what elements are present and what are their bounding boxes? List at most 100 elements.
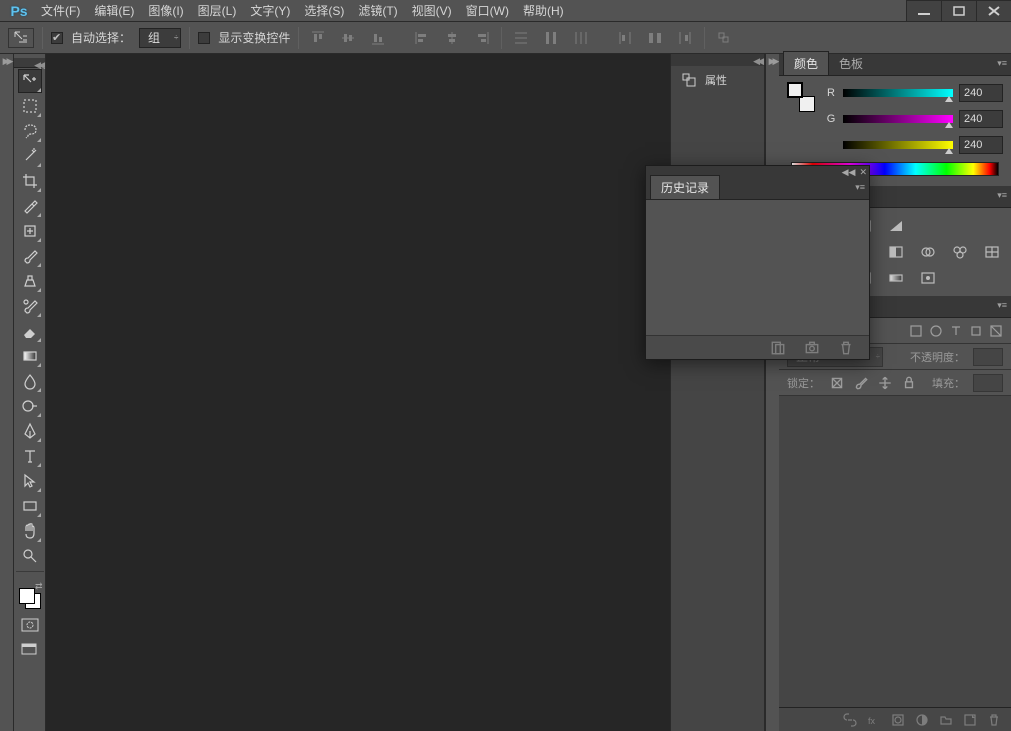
properties-panel-icon[interactable]: 属性 [671,66,764,94]
align-bottom-edges-button[interactable] [367,27,389,49]
pen-tool[interactable] [18,419,42,443]
filter-smart-icon[interactable] [989,323,1003,339]
g-value[interactable] [959,110,1003,128]
screen-mode-button[interactable] [17,639,43,659]
panel-menu-icon[interactable]: ▾≡ [997,58,1007,69]
panel-menu-icon[interactable]: ▾≡ [855,182,865,193]
auto-select-checkbox[interactable] [51,32,63,44]
history-list[interactable] [646,200,869,335]
show-transform-checkbox[interactable] [198,32,210,44]
add-mask-icon[interactable] [891,712,905,728]
zoom-tool[interactable] [18,544,42,568]
close-icon[interactable]: ✕ [859,168,867,177]
3d-mode-button[interactable] [713,27,735,49]
selective-color-icon[interactable] [919,270,937,286]
menu-type[interactable]: 文字(Y) [243,0,297,22]
gradient-map-icon[interactable] [887,270,905,286]
blur-tool[interactable] [18,369,42,393]
new-group-icon[interactable] [939,712,953,728]
lasso-tool[interactable] [18,119,42,143]
tab-swatches[interactable]: 色板 [829,52,873,75]
document-area[interactable] [46,54,671,731]
brush-tool[interactable] [18,244,42,268]
lock-position-icon[interactable] [876,375,894,391]
filter-shape-icon[interactable] [969,323,983,339]
fill-input[interactable] [973,374,1003,392]
menu-help[interactable]: 帮助(H) [516,0,571,22]
align-vcenter-button[interactable] [337,27,359,49]
menu-view[interactable]: 视图(V) [405,0,459,22]
foreground-background-swatch[interactable]: ⇄ [17,581,43,611]
new-layer-icon[interactable] [963,712,977,728]
distribute-top-button[interactable] [510,27,532,49]
photo-filter-icon[interactable] [919,244,937,260]
right-dock-strip[interactable]: ▶▶ [765,54,779,731]
new-fill-icon[interactable] [915,712,929,728]
rectangle-tool[interactable] [18,494,42,518]
clone-stamp-tool[interactable] [18,269,42,293]
delete-layer-icon[interactable] [987,712,1001,728]
lock-pixels-icon[interactable] [828,375,846,391]
panel-menu-icon[interactable]: ▾≡ [997,190,1007,201]
minimize-button[interactable] [906,0,942,21]
align-top-edges-button[interactable] [307,27,329,49]
link-layers-icon[interactable] [843,712,857,728]
magic-wand-tool[interactable] [18,144,42,168]
eraser-tool[interactable] [18,319,42,343]
menu-edit[interactable]: 编辑(E) [87,0,141,22]
path-select-tool[interactable] [18,469,42,493]
delete-state-icon[interactable] [837,340,855,356]
left-dock-strip[interactable]: ▶▶ [0,54,14,731]
tab-color[interactable]: 颜色 [783,51,829,75]
color-lookup-icon[interactable] [983,244,1001,260]
rect-marquee-tool[interactable] [18,94,42,118]
distribute-bottom-button[interactable] [570,27,592,49]
distribute-left-button[interactable] [614,27,636,49]
g-slider[interactable] [843,114,953,124]
bw-icon[interactable] [887,244,905,260]
menu-image[interactable]: 图像(I) [141,0,190,22]
eyedropper-tool[interactable] [18,194,42,218]
maximize-button[interactable] [941,0,977,21]
create-doc-from-state-icon[interactable] [769,340,787,356]
align-left-edges-button[interactable] [411,27,433,49]
gradient-tool[interactable] [18,344,42,368]
distribute-hcenter-button[interactable] [644,27,666,49]
b-value[interactable] [959,136,1003,154]
menu-file[interactable]: 文件(F) [34,0,87,22]
opacity-input[interactable] [973,348,1003,366]
quick-mask-button[interactable] [17,615,43,635]
lock-paint-icon[interactable] [852,375,870,391]
crop-tool[interactable] [18,169,42,193]
lock-all-icon[interactable] [900,375,918,391]
move-tool[interactable] [18,69,42,93]
menu-filter[interactable]: 滤镜(T) [351,0,404,22]
menu-window[interactable]: 窗口(W) [459,0,516,22]
color-fgbg-swatch[interactable] [787,82,815,112]
filter-type-icon[interactable] [949,323,963,339]
tool-panel-header[interactable]: ◀◀ [14,58,45,68]
type-tool[interactable] [18,444,42,468]
filter-pixel-icon[interactable] [909,323,923,339]
history-brush-tool[interactable] [18,294,42,318]
align-hcenter-button[interactable] [441,27,463,49]
history-panel[interactable]: ◀◀ ✕ 历史记录 ▾≡ [645,165,870,360]
filter-adjust-icon[interactable] [929,323,943,339]
panel-menu-icon[interactable]: ▾≡ [997,300,1007,311]
channel-mixer-icon[interactable] [951,244,969,260]
foreground-color[interactable] [19,588,35,604]
auto-select-dropdown[interactable]: 组÷ [139,28,181,48]
menu-select[interactable]: 选择(S) [297,0,351,22]
healing-brush-tool[interactable] [18,219,42,243]
layer-fx-icon[interactable]: fx [867,712,881,728]
r-value[interactable] [959,84,1003,102]
swap-colors-icon[interactable]: ⇄ [35,581,43,592]
hand-tool[interactable] [18,519,42,543]
tab-history[interactable]: 历史记录 [650,175,720,199]
tool-preset-button[interactable] [8,28,34,48]
distribute-right-button[interactable] [674,27,696,49]
dodge-tool[interactable] [18,394,42,418]
menu-layer[interactable]: 图层(L) [191,0,244,22]
collapse-icon[interactable]: ◀◀ [842,168,856,177]
align-right-edges-button[interactable] [471,27,493,49]
